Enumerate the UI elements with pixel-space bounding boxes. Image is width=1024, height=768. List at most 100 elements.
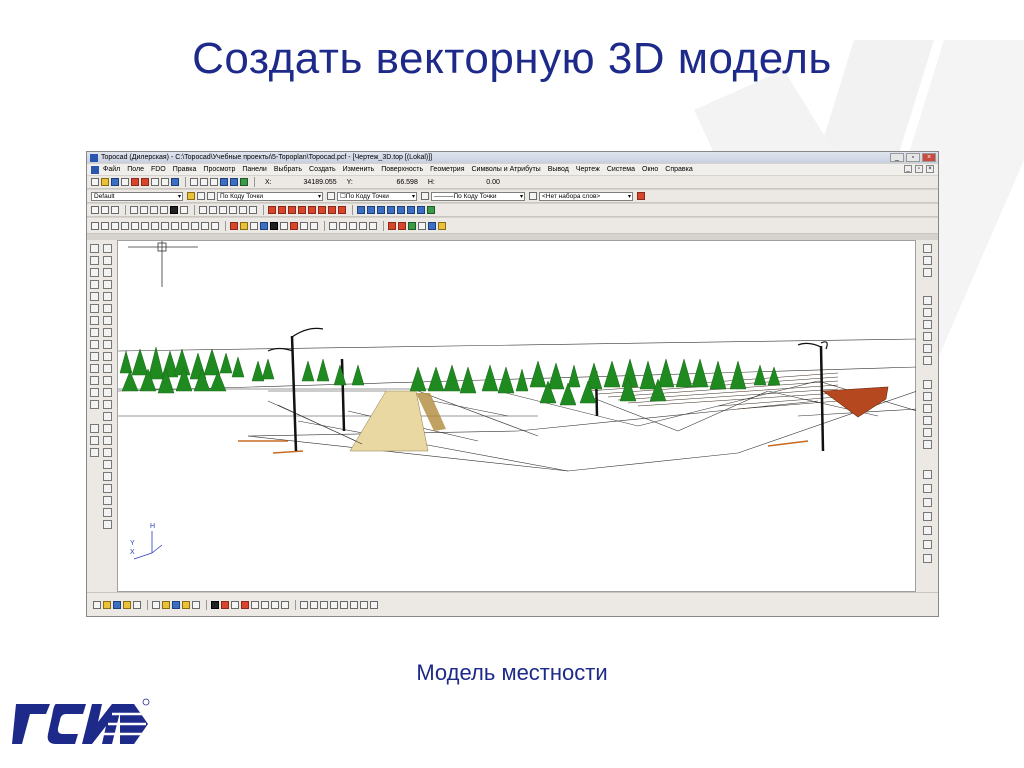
menu-help[interactable]: Справка (665, 166, 692, 173)
refresh-icon[interactable] (240, 178, 248, 186)
zoom-window-icon[interactable] (377, 206, 385, 214)
symbol-pattern-icon[interactable] (261, 600, 269, 609)
cube-front-icon[interactable] (140, 206, 148, 214)
menu-output[interactable]: Вывод (548, 166, 569, 173)
draw-tool-icon[interactable] (90, 436, 99, 445)
grid-4-icon[interactable] (359, 221, 367, 230)
symbol-20-icon[interactable] (923, 540, 932, 549)
symbol-6-icon[interactable] (923, 320, 932, 329)
explode-tool-icon[interactable] (103, 388, 112, 397)
layer-manager-icon[interactable] (187, 192, 195, 200)
curve-6-icon[interactable] (350, 600, 358, 609)
grid-3-icon[interactable] (349, 221, 357, 230)
view-move-icon[interactable] (111, 206, 119, 214)
save-icon[interactable] (111, 178, 119, 186)
layer-filter-icon[interactable] (207, 192, 215, 200)
snap-5-icon[interactable] (308, 206, 316, 214)
symbol-4-icon[interactable] (923, 296, 932, 305)
curve-3-icon[interactable] (320, 600, 328, 609)
black-fill-icon[interactable] (270, 221, 278, 230)
symbol-5-icon[interactable] (923, 308, 932, 317)
line-type-select[interactable]: ——— По Коду Точки ▾ (431, 191, 525, 201)
viewport-2-icon[interactable] (209, 206, 217, 214)
menu-drawing[interactable]: Чертеж (576, 166, 600, 173)
grid-1-icon[interactable] (329, 221, 337, 230)
symbol-12-icon[interactable] (923, 416, 932, 425)
scale-tool-icon[interactable] (103, 280, 112, 289)
rotate-tool-icon[interactable] (103, 268, 112, 277)
zoom-prev-icon[interactable] (397, 206, 405, 214)
bottom-3-icon[interactable] (113, 600, 121, 609)
sphere-tool-icon[interactable] (103, 460, 112, 469)
block-tool-icon[interactable] (90, 352, 99, 361)
section-tool-icon[interactable] (103, 472, 112, 481)
menu-create[interactable]: Создать (309, 166, 336, 173)
symbol-13-icon[interactable] (923, 428, 932, 437)
doc-minimize-button[interactable]: _ (904, 165, 912, 173)
dtm-tool-icon[interactable] (103, 448, 112, 457)
tool-c-icon[interactable] (408, 221, 416, 230)
bottom-8-icon[interactable] (172, 600, 180, 609)
point-icon[interactable] (91, 221, 99, 230)
line-weight-icon[interactable] (529, 192, 537, 200)
table-icon[interactable] (250, 221, 258, 230)
zoom-out-icon[interactable] (367, 206, 375, 214)
text-edit-icon[interactable] (221, 600, 229, 609)
symbol-7-icon[interactable] (923, 332, 932, 341)
perpendicular-icon[interactable] (151, 221, 159, 230)
redraw-icon[interactable] (427, 206, 435, 214)
fill-tool-icon[interactable] (90, 316, 99, 325)
grid-5-icon[interactable] (369, 221, 377, 230)
text-icon[interactable] (201, 221, 209, 230)
hatch-tool-icon[interactable] (90, 328, 99, 337)
color-select[interactable]: ☐ По Коду Точки ▾ (337, 191, 417, 201)
tool-e-icon[interactable] (428, 221, 436, 230)
mirror-tool-icon[interactable] (103, 304, 112, 313)
viewport-1-icon[interactable] (199, 206, 207, 214)
report-icon[interactable] (300, 221, 308, 230)
curve-4-icon[interactable] (330, 600, 338, 609)
open-file-icon[interactable] (101, 178, 109, 186)
cube-top-icon[interactable] (130, 206, 138, 214)
layer-props-icon[interactable] (197, 192, 205, 200)
curve-7-icon[interactable] (360, 600, 368, 609)
cube-solid-icon[interactable] (170, 206, 178, 214)
bottom-10-icon[interactable] (192, 600, 200, 609)
extend-tool-icon[interactable] (103, 376, 112, 385)
bottom-4-icon[interactable] (123, 600, 131, 609)
snap-8-icon[interactable] (338, 206, 346, 214)
cut-icon[interactable] (190, 178, 198, 186)
curve-2-icon[interactable] (310, 600, 318, 609)
line-tool-icon[interactable] (90, 244, 99, 253)
view-grid-icon[interactable] (101, 206, 109, 214)
label-tool-icon[interactable] (103, 508, 112, 517)
tool-f-icon[interactable] (438, 221, 446, 230)
move-tool-icon[interactable] (103, 256, 112, 265)
maximize-button[interactable]: ▫ (906, 153, 920, 162)
symbol-bars-icon[interactable] (251, 600, 259, 609)
symbol-red-icon[interactable] (241, 600, 249, 609)
parallel-icon[interactable] (191, 221, 199, 230)
menu-surface[interactable]: Поверхность (381, 166, 423, 173)
curve-5-icon[interactable] (340, 600, 348, 609)
erase-tool-icon[interactable] (90, 424, 99, 433)
menu-geometry[interactable]: Геометрия (430, 166, 464, 173)
viewport-5-icon[interactable] (239, 206, 247, 214)
view-box-icon[interactable] (91, 206, 99, 214)
circle-icon[interactable] (161, 221, 169, 230)
volume-tool-icon[interactable] (103, 484, 112, 493)
viewport-4-icon[interactable] (229, 206, 237, 214)
print-preview-icon[interactable] (151, 178, 159, 186)
dtm-icon[interactable] (923, 380, 932, 389)
copy-tool-icon[interactable] (90, 340, 99, 349)
symbol-8-icon[interactable] (923, 344, 932, 353)
line-icon[interactable] (101, 221, 109, 230)
snap-7-icon[interactable] (328, 206, 336, 214)
snap-4-icon[interactable] (298, 206, 306, 214)
eye-icon[interactable] (281, 600, 289, 609)
page-tool-icon[interactable] (90, 364, 99, 373)
arc-tool-icon[interactable] (90, 292, 99, 301)
database-icon[interactable] (260, 221, 268, 230)
tool-b-icon[interactable] (398, 221, 406, 230)
dimension-icon[interactable] (211, 221, 219, 230)
